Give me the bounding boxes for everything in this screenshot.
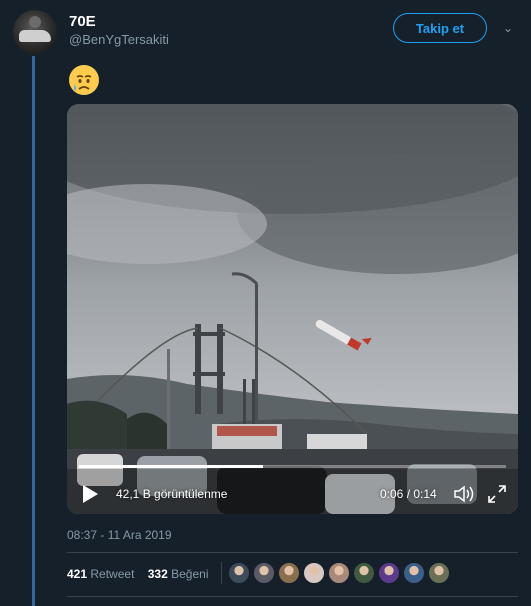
divider [67, 552, 518, 553]
liker-avatar[interactable] [303, 562, 325, 584]
video-progress-fill [79, 465, 263, 468]
author-handle[interactable]: @BenYgTersakiti [69, 32, 169, 47]
avatar-car-shape [19, 30, 51, 42]
chevron-down-icon[interactable]: ⌄ [503, 21, 513, 35]
stats-separator [221, 562, 222, 584]
liker-avatar[interactable] [228, 562, 250, 584]
liker-avatar[interactable] [253, 562, 275, 584]
liker-avatar[interactable] [278, 562, 300, 584]
tweet-timestamp[interactable]: 08:37 - 11 Ara 2019 [67, 528, 172, 542]
like-label[interactable]: Beğeni [171, 567, 208, 581]
liker-avatar[interactable] [378, 562, 400, 584]
liker-avatars [228, 562, 450, 584]
crying-face-emoji [69, 65, 99, 95]
engagement-stats: 421 Retweet 332 Beğeni [67, 567, 209, 581]
avatar-person-shape [29, 16, 41, 28]
liker-avatar[interactable] [328, 562, 350, 584]
liker-avatar[interactable] [403, 562, 425, 584]
play-icon[interactable] [81, 484, 99, 504]
liker-avatar[interactable] [428, 562, 450, 584]
volume-icon[interactable] [453, 484, 475, 504]
like-count[interactable]: 332 [148, 567, 168, 581]
video-time: 0:06 / 0:14 [380, 487, 437, 501]
follow-button[interactable]: Takip et [393, 13, 487, 43]
liker-avatar[interactable] [353, 562, 375, 584]
author-avatar[interactable] [13, 10, 57, 54]
video-progress-bar[interactable] [79, 465, 506, 468]
video-frame [67, 104, 518, 514]
divider [67, 596, 518, 597]
thread-connector-line [32, 56, 35, 606]
retweet-label[interactable]: Retweet [90, 567, 134, 581]
fullscreen-icon[interactable] [487, 484, 507, 504]
video-player[interactable]: 42,1 B görüntülenme 0:06 / 0:14 [67, 104, 518, 514]
author-name[interactable]: 70E [69, 13, 96, 30]
view-count: 42,1 B görüntülenme [116, 487, 228, 501]
retweet-count[interactable]: 421 [67, 567, 87, 581]
